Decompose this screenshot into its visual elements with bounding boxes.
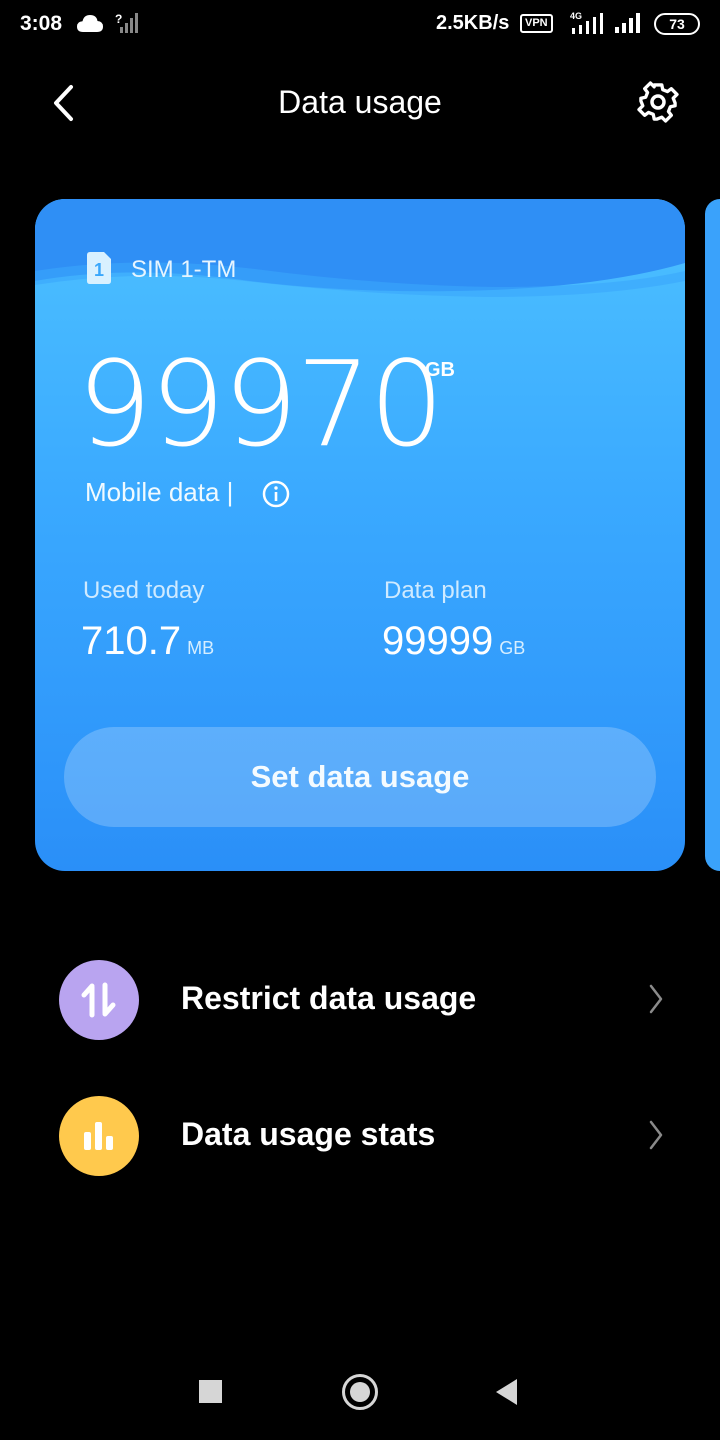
next-sim-card-peek[interactable] <box>705 199 720 871</box>
arrows-up-down-icon <box>81 982 116 1018</box>
network-type-label: 4G <box>570 11 582 21</box>
no-signal-icon: ? <box>115 12 138 33</box>
status-bar: 3:08 ? 2.5KB/s VPN 4G 73 <box>0 0 720 52</box>
used-today-value: 710.7 <box>81 619 182 663</box>
page-title: Data usage <box>278 84 442 120</box>
bar-chart-icon <box>84 1122 113 1150</box>
signal-icon <box>615 13 640 33</box>
chevron-right-icon <box>649 1120 663 1150</box>
settings-button[interactable] <box>632 76 684 128</box>
network-speed: 2.5KB/s <box>436 12 510 34</box>
list-item-restrict-data-usage[interactable]: Restrict data usage <box>0 950 720 1050</box>
used-today-unit: MB <box>187 638 215 658</box>
list-item-data-usage-stats[interactable]: Data usage stats <box>0 1086 720 1186</box>
remaining-data-unit: GB <box>425 359 455 381</box>
used-today-label: Used today <box>83 577 205 604</box>
gear-icon <box>637 81 679 123</box>
list-item-label: Restrict data usage <box>181 980 477 1016</box>
set-data-usage-button[interactable]: Set data usage <box>64 727 656 827</box>
used-today: 710.7 MB <box>81 619 214 664</box>
sim-card-icon: 1 <box>87 252 111 284</box>
restrict-icon-circle <box>59 960 139 1040</box>
nav-recents-button[interactable] <box>199 1380 222 1403</box>
sim-name: SIM 1-TM <box>131 256 237 283</box>
vpn-badge: VPN <box>520 14 553 33</box>
cloud-icon <box>77 15 103 32</box>
data-plan-label: Data plan <box>384 577 487 604</box>
nav-back-button[interactable] <box>494 1377 518 1407</box>
data-plan-value: 99999 <box>382 619 494 663</box>
mobile-data-label: Mobile data | <box>85 477 234 507</box>
info-icon[interactable] <box>261 479 291 509</box>
sim-number: 1 <box>94 260 104 280</box>
remaining-data-value: 99970 <box>77 335 444 473</box>
stats-icon-circle <box>59 1096 139 1176</box>
data-plan: 99999 GB <box>382 619 525 664</box>
data-plan-unit: GB <box>499 638 526 658</box>
sim-data-card: 1 SIM 1-TM 99970 GB Mobile data | Used t… <box>35 199 685 871</box>
svg-text:?: ? <box>115 12 122 26</box>
list-item-label: Data usage stats <box>181 1116 436 1152</box>
battery-level: 73 <box>669 16 685 32</box>
battery-icon: 73 <box>654 13 700 35</box>
nav-home-button[interactable] <box>342 1374 378 1410</box>
status-time: 3:08 <box>20 12 63 35</box>
chevron-right-icon <box>649 984 663 1014</box>
signal-4g-icon: 4G <box>570 11 603 34</box>
